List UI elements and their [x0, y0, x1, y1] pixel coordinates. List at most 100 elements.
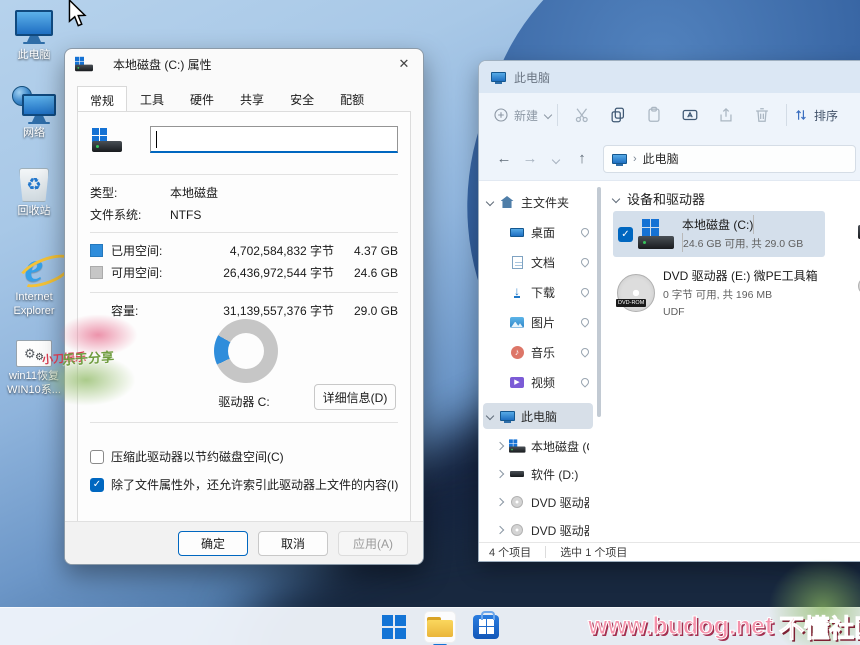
desktop-icon-label: Internet Explorer — [2, 291, 66, 319]
desktop-icon-network[interactable]: 网络 — [2, 86, 66, 141]
index-checkbox[interactable]: ✓ — [90, 478, 104, 492]
desktop-icon-label: 此电脑 — [18, 49, 51, 63]
explorer-tab-title: 此电脑 — [514, 69, 550, 86]
toolbar-separator — [557, 104, 558, 126]
compress-checkbox-label: 压缩此驱动器以节约磁盘空间(C) — [111, 448, 284, 465]
this-pc-icon — [612, 154, 627, 164]
paste-icon — [645, 106, 663, 124]
desktop-icon-this-pc[interactable]: 此电脑 — [2, 10, 66, 63]
sidebar-item-pictures[interactable]: 图片 — [483, 309, 593, 335]
chevron-down-icon — [486, 412, 494, 420]
videos-icon: ▶ — [509, 375, 525, 389]
index-checkbox-row[interactable]: ✓ 除了文件属性外，还允许索引此驱动器上文件的内容(I) — [90, 476, 398, 493]
desktop-icon-win10-tool[interactable]: ⚙⚙ win11恢复WIN10系... — [2, 340, 66, 398]
drive-info: 24.6 GB 可用, 共 29.0 GB — [683, 238, 803, 250]
internet-explorer-icon: e — [25, 248, 44, 288]
compress-checkbox-row[interactable]: 压缩此驱动器以节约磁盘空间(C) — [90, 448, 284, 465]
dvd-rom-badge: DVD-ROM — [616, 299, 646, 307]
filesystem-label: 文件系统: — [90, 206, 170, 223]
drive-icon — [92, 128, 122, 152]
sidebar-item-this-pc[interactable]: 此电脑 — [483, 403, 593, 429]
explorer-content: 设备和驱动器 ✓ 本地磁盘 (C:) 24.6 GB 可用, 共 29.0 GB… — [605, 181, 860, 542]
desktop-icon-internet-explorer[interactable]: e Internet Explorer — [2, 248, 66, 319]
this-pc-tab-icon — [491, 72, 506, 82]
explorer-titlebar[interactable]: 此电脑 — [479, 61, 860, 93]
sidebar-item-drive-d[interactable]: 软件 (D:) — [483, 461, 593, 487]
rename-icon — [681, 106, 699, 124]
home-icon — [499, 195, 515, 209]
ok-button[interactable]: 确定 — [178, 531, 248, 556]
up-button[interactable]: ↑ — [569, 150, 595, 167]
drive-icon — [509, 439, 525, 453]
sidebar-item-music[interactable]: ♪ 音乐 — [483, 339, 593, 365]
sidebar-item-dvd-e[interactable]: DVD 驱动器 (E — [483, 489, 593, 515]
sidebar-scrollbar[interactable] — [597, 187, 601, 417]
recent-locations-button[interactable] — [543, 150, 569, 167]
desktop-icon-label: win11恢复WIN10系... — [2, 370, 66, 398]
group-header-label: 设备和驱动器 — [627, 189, 705, 208]
details-button[interactable]: 详细信息(D) — [314, 384, 396, 410]
start-button[interactable] — [378, 611, 410, 643]
address-bar[interactable]: › 此电脑 — [603, 145, 856, 173]
group-header-devices-and-drives[interactable]: 设备和驱动器 — [613, 189, 705, 208]
mouse-cursor — [68, 0, 87, 28]
taskbar — [0, 607, 860, 645]
drive-item-dvd-e[interactable]: DVD-ROM DVD 驱动器 (E:) 微PE工具箱 0 字节 可用, 共 1… — [613, 265, 825, 321]
new-button[interactable]: 新建 — [493, 107, 551, 124]
music-icon: ♪ — [509, 345, 525, 359]
sort-button[interactable]: 排序 — [793, 107, 838, 124]
item-checkbox[interactable]: ✓ — [618, 227, 633, 242]
breadcrumb[interactable]: 此电脑 — [643, 150, 679, 167]
used-space-label: 已用空间: — [111, 242, 183, 259]
drive-icon — [638, 219, 674, 249]
file-explorer-window: 此电脑 新建 — [478, 60, 860, 562]
microsoft-store-icon — [473, 615, 499, 639]
sidebar-item-home[interactable]: 主文件夹 — [483, 189, 593, 215]
volume-label-input[interactable] — [150, 126, 398, 153]
pin-icon — [579, 316, 590, 327]
close-icon[interactable]: ✕ — [391, 52, 417, 76]
pin-icon — [579, 286, 590, 297]
cancel-button[interactable]: 取消 — [258, 531, 328, 556]
sidebar-item-desktop[interactable]: 桌面 — [483, 219, 593, 245]
copy-icon — [609, 106, 627, 124]
sidebar-item-downloads[interactable]: ↓ 下载 — [483, 279, 593, 305]
cut-button[interactable] — [564, 106, 600, 124]
sidebar-item-label: 本地磁盘 (C:) — [531, 438, 589, 455]
chevron-right-icon — [496, 526, 504, 534]
drive-name: 本地磁盘 (C:) — [682, 218, 753, 232]
drive-icon — [509, 467, 525, 481]
share-button[interactable] — [708, 106, 744, 124]
rename-button[interactable] — [672, 106, 708, 124]
sidebar-item-drive-c[interactable]: 本地磁盘 (C:) — [483, 433, 593, 459]
this-pc-icon — [499, 409, 515, 423]
drive-item-c[interactable]: ✓ 本地磁盘 (C:) 24.6 GB 可用, 共 29.0 GB — [613, 211, 825, 257]
dialog-titlebar[interactable]: 本地磁盘 (C:) 属性 ✕ — [65, 49, 423, 79]
forward-button[interactable]: → — [517, 150, 543, 167]
sidebar-item-label: 下载 — [531, 284, 575, 301]
text-caret — [156, 131, 157, 148]
sidebar-item-label: 此电脑 — [521, 408, 589, 425]
this-pc-icon — [15, 10, 53, 46]
chevron-down-icon — [486, 198, 494, 206]
paste-button[interactable] — [636, 106, 672, 124]
type-value: 本地磁盘 — [170, 184, 218, 201]
explorer-body: 主文件夹 桌面 文档 ↓ 下载 — [479, 181, 860, 542]
sidebar-item-documents[interactable]: 文档 — [483, 249, 593, 275]
copy-button[interactable] — [600, 106, 636, 124]
cut-icon — [573, 106, 591, 124]
apply-button[interactable]: 应用(A) — [338, 531, 408, 556]
used-space-size: 4.37 GB — [334, 244, 398, 258]
delete-button[interactable] — [744, 106, 780, 124]
desktop-icon-label: 回收站 — [18, 205, 51, 219]
drive-name: DVD 驱动器 (E:) 微PE工具箱 — [663, 269, 818, 283]
back-button[interactable]: ← — [491, 150, 517, 167]
item-count: 4 个项目 — [489, 544, 531, 560]
sidebar-item-videos[interactable]: ▶ 视频 — [483, 369, 593, 395]
dvd-drive-icon — [509, 495, 525, 509]
compress-checkbox[interactable] — [90, 450, 104, 464]
taskbar-file-explorer[interactable] — [424, 611, 456, 643]
desktop-icon-recycle-bin[interactable]: ♻ 回收站 — [2, 168, 66, 219]
taskbar-microsoft-store[interactable] — [470, 611, 502, 643]
dvd-disc-icon: DVD-ROM — [617, 274, 655, 312]
